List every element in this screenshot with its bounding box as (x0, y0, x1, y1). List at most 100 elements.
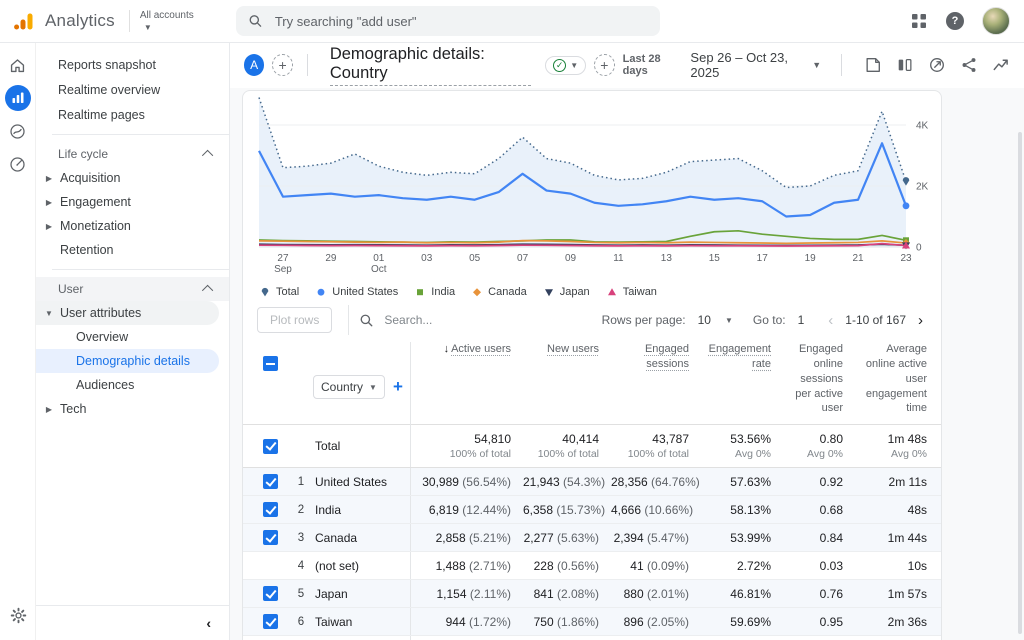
total-row-checkbox[interactable] (263, 439, 278, 454)
column-header-4[interactable]: Engagement rate (701, 342, 783, 372)
table-row: 7Singapore884 (1.61%)574 (1.42%)673 (1.5… (243, 636, 941, 640)
column-header-2[interactable]: New users (523, 342, 611, 357)
percent-of-total: (10.66%) (644, 503, 693, 517)
user-avatar[interactable] (982, 7, 1010, 35)
sidebar-item-monetization[interactable]: ▶Monetization (36, 214, 229, 238)
sidebar-item-demographic-details[interactable]: Demographic details (36, 349, 219, 373)
report-status-chip[interactable]: ✓ ▼ (545, 56, 586, 75)
page-scrollbar-thumb[interactable] (1018, 132, 1022, 634)
svg-text:27: 27 (277, 253, 289, 264)
sidebar-item-reports-snapshot[interactable]: Reports snapshot (36, 52, 229, 77)
table-search[interactable] (359, 312, 591, 328)
analytics-logo[interactable]: Analytics (0, 9, 115, 33)
advertising-icon[interactable] (5, 151, 31, 177)
plot-rows-button[interactable]: Plot rows (257, 307, 332, 333)
row-checkbox[interactable] (263, 474, 278, 489)
percent-of-total: (0.56%) (557, 559, 599, 573)
chevron-up-icon (205, 147, 213, 161)
global-search[interactable] (236, 6, 660, 36)
row-checkbox[interactable] (263, 614, 278, 629)
svg-text:4K: 4K (916, 121, 929, 132)
legend-label: India (431, 286, 455, 298)
row-checkbox[interactable] (263, 586, 278, 601)
expand-arrow-icon: ▶ (44, 198, 54, 207)
search-input[interactable] (273, 13, 648, 30)
explore-icon[interactable] (5, 118, 31, 144)
column-header-6[interactable]: Average online active user engagement ti… (855, 342, 939, 416)
svg-text:2K: 2K (916, 182, 929, 193)
sidebar-item-overview[interactable]: Overview (36, 325, 219, 349)
admin-gear-icon[interactable] (5, 602, 31, 628)
svg-text:Oct: Oct (371, 264, 387, 275)
legend-item-india: India (414, 286, 455, 298)
sidebar-item-realtime-overview[interactable]: Realtime overview (36, 77, 229, 102)
goto-page-input[interactable]: 1 (798, 313, 805, 327)
collapse-sidebar-button[interactable]: ‹ (36, 605, 229, 640)
total-metric-cell: 1m 48sAvg 0% (855, 432, 939, 460)
svg-text:Sep: Sep (274, 264, 292, 275)
add-report-button[interactable]: + (272, 54, 293, 76)
expand-arrow-icon: ▶ (44, 222, 54, 231)
sidebar-item-engagement[interactable]: ▶Engagement (36, 190, 229, 214)
notes-icon[interactable] (864, 56, 882, 74)
collapse-chevron-icon: ‹ (206, 615, 211, 631)
sidebar-item-retention[interactable]: Retention (36, 238, 229, 262)
next-page-icon[interactable]: › (914, 312, 927, 329)
table-total-row: Total 54,810100% of total40,414100% of t… (243, 425, 941, 468)
timeseries-chart: 02K4K27Sep2901Oct0305070911131517192123 (243, 91, 941, 284)
chevron-up-icon (205, 282, 213, 296)
share-icon[interactable] (960, 56, 978, 74)
row-rank: 2 (289, 504, 313, 516)
prev-page-icon[interactable]: ‹ (824, 312, 837, 329)
dimension-header-cell: Country▼ + (313, 342, 411, 428)
home-icon[interactable] (5, 52, 31, 78)
row-checkbox[interactable] (263, 530, 278, 545)
row-checkbox[interactable] (263, 502, 278, 517)
sidebar-item-audiences[interactable]: Audiences (36, 373, 219, 397)
comparison-icon[interactable] (896, 56, 914, 74)
help-icon[interactable]: ? (946, 12, 964, 30)
search-icon (359, 313, 374, 328)
date-range[interactable]: Sep 26 – Oct 23, 2025 (690, 50, 800, 80)
svg-text:21: 21 (853, 253, 865, 264)
column-header-3[interactable]: Engaged sessions (611, 342, 701, 372)
account-switcher[interactable]: All accounts ▼ (140, 11, 194, 32)
sidebar-section-user[interactable]: User (36, 277, 229, 301)
column-header-1[interactable]: ↓Active users (411, 342, 523, 357)
rows-per-page-select[interactable]: 10 (698, 313, 711, 327)
row-checkbox-wrap (257, 502, 289, 517)
workspace-avatar[interactable]: A (244, 54, 264, 76)
divider (348, 305, 349, 335)
country-cell: India (313, 496, 411, 523)
svg-text:19: 19 (805, 253, 817, 264)
select-all-checkbox[interactable] (263, 356, 278, 371)
apps-grid-icon[interactable] (910, 12, 928, 30)
reports-icon[interactable] (5, 85, 31, 111)
dimension-select[interactable]: Country▼ (313, 375, 385, 399)
insights-icon[interactable] (992, 56, 1010, 74)
sidebar-item-user-attributes[interactable]: ▼User attributes (36, 301, 219, 325)
svg-text:11: 11 (613, 253, 624, 264)
sidebar-item-acquisition[interactable]: ▶Acquisition (36, 166, 229, 190)
add-card-button[interactable]: + (594, 54, 615, 76)
add-dimension-button[interactable]: + (393, 377, 407, 397)
row-rank: 5 (289, 588, 313, 600)
metric-cell: 2m 11s (855, 475, 939, 489)
report-title[interactable]: Demographic details: Country (330, 45, 531, 86)
report-actions (864, 56, 1010, 74)
topbar-actions: ? (910, 7, 1024, 35)
percent-of-total: (5.63%) (557, 531, 599, 545)
table-header: Country▼ + ↓Active usersNew usersEngaged… (243, 336, 941, 425)
sidebar-item-realtime-pages[interactable]: Realtime pages (36, 102, 229, 127)
sidebar-section-life-cycle[interactable]: Life cycle (36, 142, 229, 166)
percent-of-total: (2.71%) (469, 559, 511, 573)
total-metric-cell: 0.80Avg 0% (783, 432, 855, 460)
sidebar-item-tech[interactable]: ▶Tech (36, 397, 229, 421)
metric-cell: 30,989 (56.54%) (411, 475, 523, 489)
column-header-5[interactable]: Engaged online sessions per active user (783, 342, 855, 416)
table-search-input[interactable] (382, 312, 506, 328)
collapse-arrow-icon: ▼ (44, 309, 54, 318)
percent-of-total: (1.72%) (469, 615, 511, 629)
total-area-fill (259, 98, 906, 247)
sampling-icon[interactable] (928, 56, 946, 74)
